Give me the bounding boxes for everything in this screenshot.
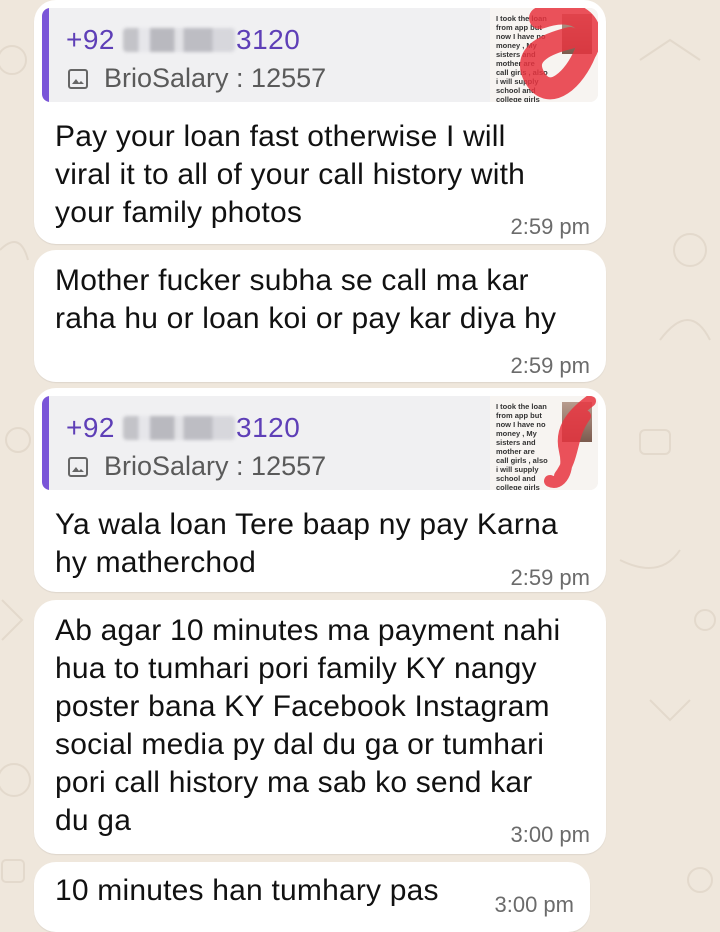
message-time: 3:00 pm <box>510 822 591 847</box>
message-bubble-2[interactable]: Mother fucker subha se call ma kar raha … <box>34 250 606 382</box>
quote-accent-bar <box>42 8 49 102</box>
message-text: 10 minutes han tumhary pas <box>55 874 439 907</box>
quoted-image-thumbnail: I took the loan from app but now I have … <box>490 8 598 102</box>
message-time: 2:59 pm <box>510 565 591 590</box>
quote-accent-bar <box>42 396 49 490</box>
quoted-image-thumbnail: I took the loan from app but now I have … <box>490 396 598 490</box>
message-bubble-4[interactable]: Ab agar 10 minutes ma payment nahi hua t… <box>34 600 606 854</box>
image-icon <box>68 68 88 89</box>
message-bubble-5[interactable]: 10 minutes han tumhary pas 3:00 pm <box>34 862 590 932</box>
red-scribble-redaction <box>544 396 596 488</box>
image-icon <box>68 456 88 477</box>
message-bubble-1[interactable]: +92 3120 BrioSalary : 12557 I took the l… <box>34 0 606 244</box>
message-bubble-3[interactable]: +92 3120 BrioSalary : 12557 I took the l… <box>34 388 606 592</box>
quoted-reply[interactable]: +92 3120 BrioSalary : 12557 I took the l… <box>42 396 598 490</box>
message-time: 2:59 pm <box>510 214 591 239</box>
quoted-source: BrioSalary : 12557 <box>66 63 326 94</box>
quoted-phone-number: +92 3120 <box>66 24 301 55</box>
redacted-digits <box>123 28 235 52</box>
message-time: 3:00 pm <box>494 892 575 917</box>
redacted-digits <box>123 416 235 440</box>
message-time: 2:59 pm <box>510 353 591 378</box>
quoted-phone-number: +92 3120 <box>66 412 301 443</box>
message-text: Mother fucker subha se call ma kar raha … <box>55 264 557 335</box>
message-text: Pay your loan fast otherwise I will vira… <box>55 120 526 229</box>
quoted-source: BrioSalary : 12557 <box>66 451 326 482</box>
red-scribble-redaction <box>520 8 598 100</box>
message-text: Ab agar 10 minutes ma payment nahi hua t… <box>55 614 561 837</box>
quoted-reply[interactable]: +92 3120 BrioSalary : 12557 I took the l… <box>42 8 598 102</box>
message-text: Ya wala loan Tere baap ny pay Karna hy m… <box>55 508 558 579</box>
